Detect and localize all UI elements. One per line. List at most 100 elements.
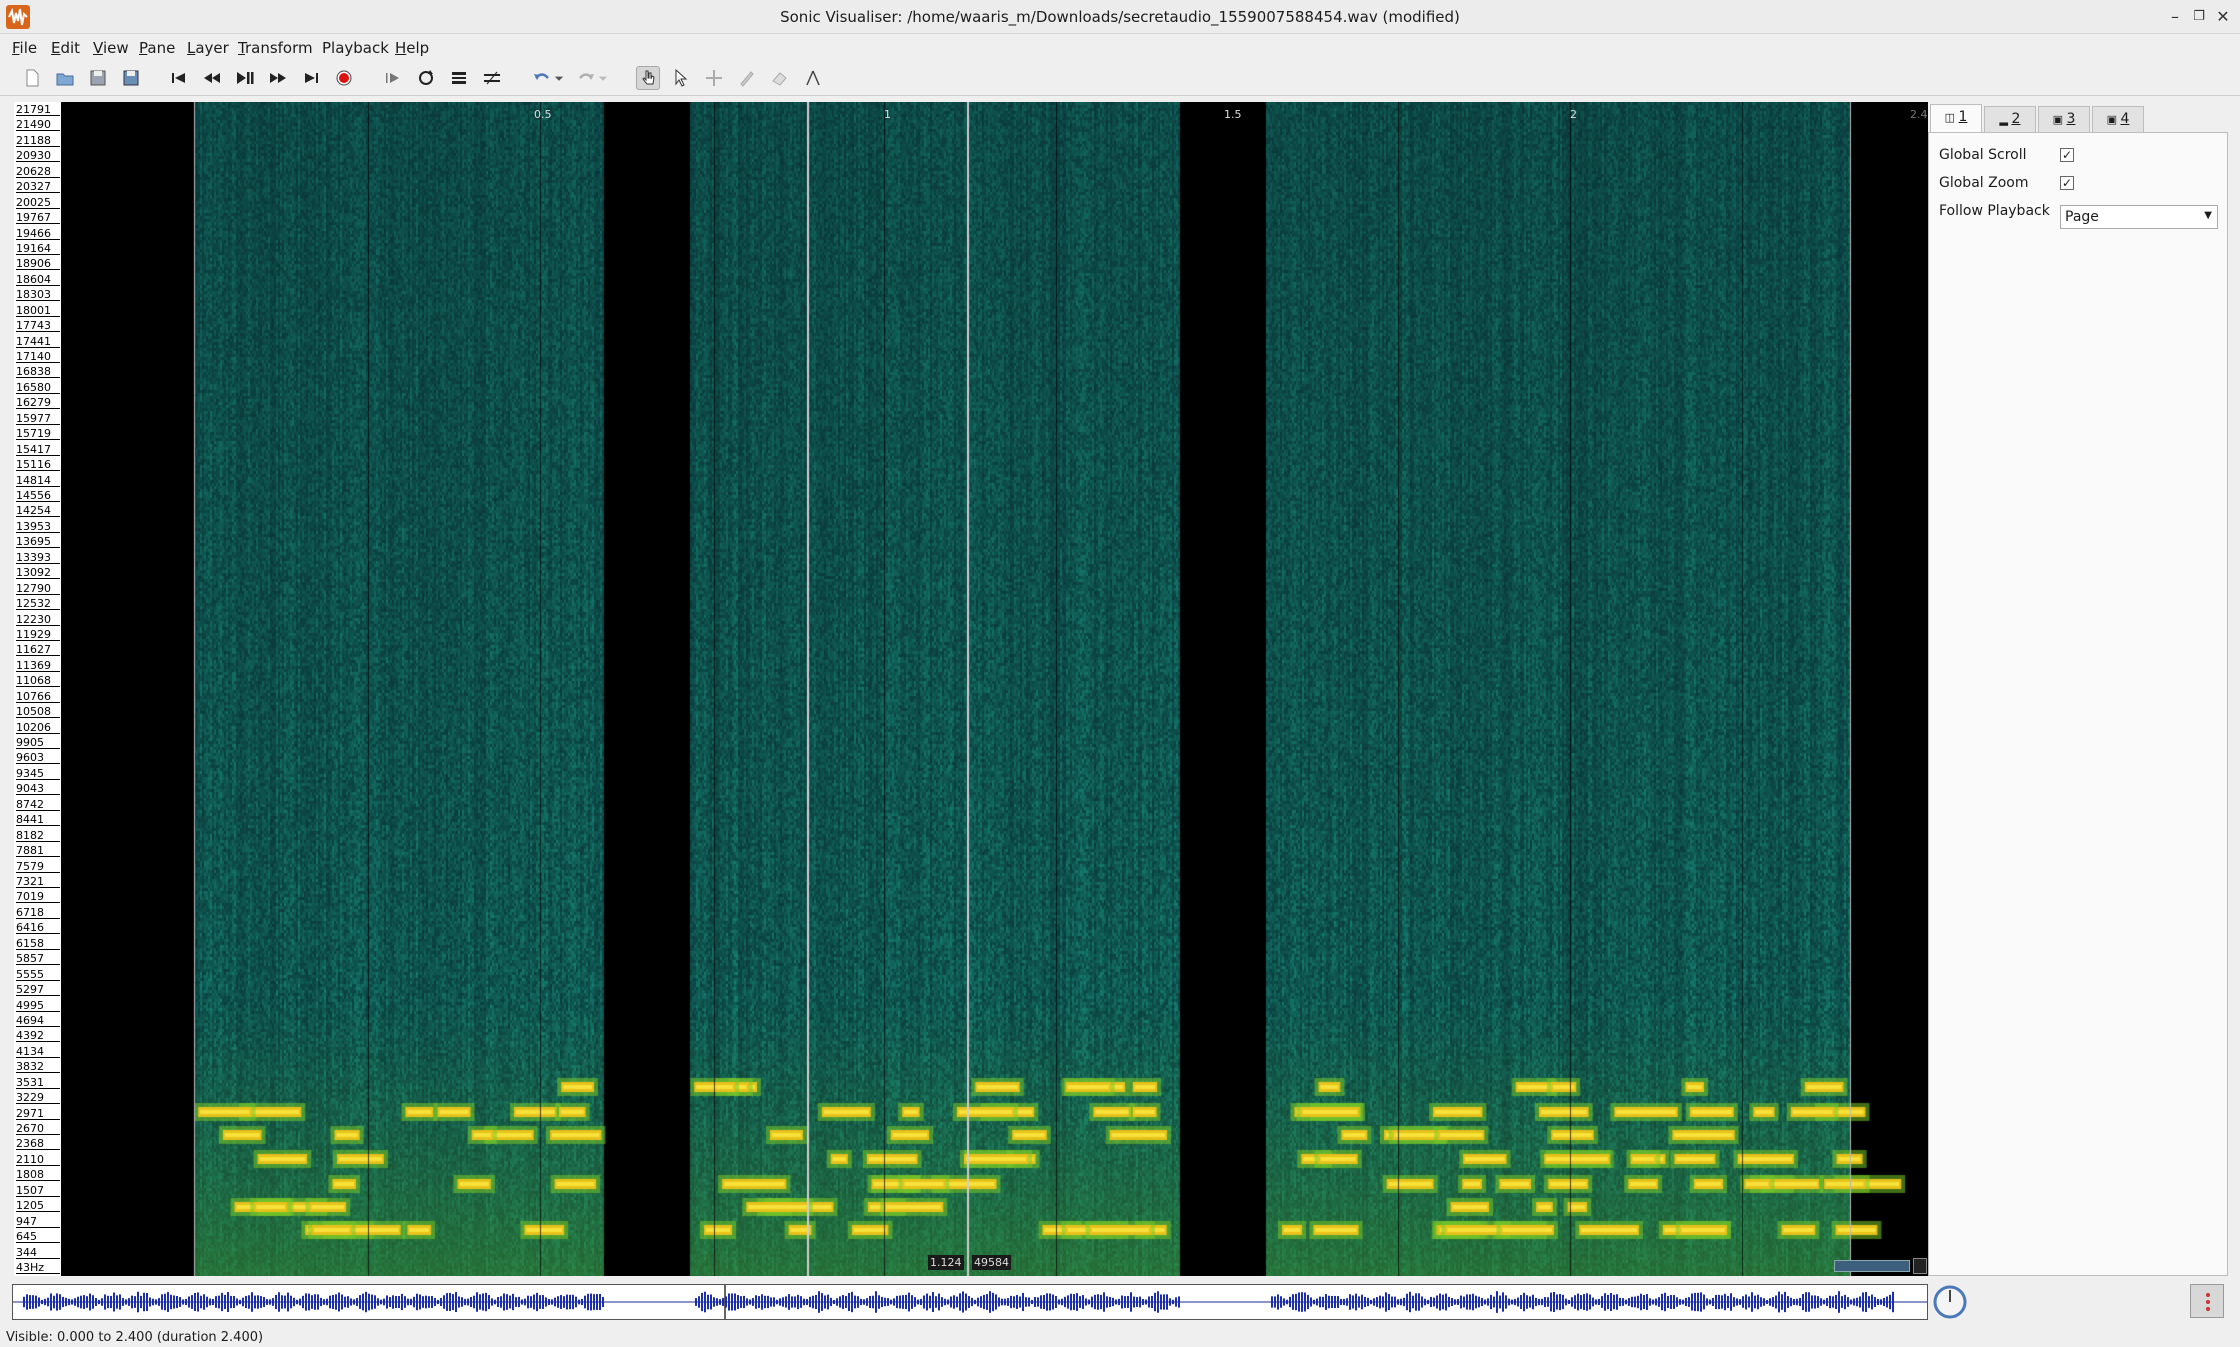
spectrogram-pane[interactable]: 21791 21490 21188 20930 20628 20327 20025 19767… bbox=[14, 102, 1928, 1276]
frequency-tick-label: 9345 bbox=[16, 768, 60, 780]
menu-layer[interactable]: Layer bbox=[187, 39, 229, 57]
erase-tool-icon[interactable] bbox=[768, 66, 792, 90]
close-icon[interactable]: ✕ bbox=[2212, 6, 2234, 28]
menu-pane[interactable]: Pane bbox=[139, 39, 175, 57]
frequency-tick-label: 947 bbox=[16, 1216, 60, 1228]
waveform-segment bbox=[101, 1298, 103, 1306]
tab-4[interactable]: ▣ 4 bbox=[2092, 106, 2144, 132]
select-tool-icon[interactable] bbox=[669, 66, 693, 90]
rewind-start-icon[interactable] bbox=[167, 66, 191, 90]
waveform-overview[interactable] bbox=[12, 1284, 1928, 1320]
navigate-tool-icon[interactable] bbox=[636, 66, 660, 90]
frequency-tick-label: 6416 bbox=[16, 922, 60, 935]
global-zoom-checkbox[interactable]: ✓ bbox=[2060, 176, 2074, 190]
rewind-icon[interactable] bbox=[200, 66, 224, 90]
waveform-segment bbox=[1688, 1297, 1690, 1307]
frequency-tick-label: 4134 bbox=[16, 1046, 60, 1058]
waveform-segment bbox=[488, 1295, 490, 1309]
waveform-segment bbox=[1619, 1297, 1621, 1307]
waveform-segment bbox=[74, 1298, 76, 1306]
play-selection-icon[interactable] bbox=[381, 66, 405, 90]
waveform-segment bbox=[1568, 1299, 1570, 1305]
menu-transform[interactable]: Transform bbox=[238, 39, 313, 57]
waveform-segment bbox=[776, 1299, 778, 1305]
waveform-segment bbox=[869, 1295, 871, 1309]
menu-playback[interactable]: Playback bbox=[322, 39, 389, 57]
waveform-segment bbox=[1439, 1293, 1441, 1311]
waveform-segment bbox=[1697, 1292, 1699, 1312]
waveform-segment bbox=[788, 1294, 790, 1310]
draw-tool-icon[interactable] bbox=[735, 66, 759, 90]
waveform-segment bbox=[1400, 1298, 1402, 1306]
solo-icon[interactable] bbox=[447, 66, 471, 90]
waveform-segment bbox=[371, 1294, 373, 1310]
waveform-segment bbox=[305, 1293, 307, 1311]
waveform-segment bbox=[170, 1294, 172, 1310]
zoom-reset-button[interactable] bbox=[1913, 1258, 1927, 1274]
waveform-segment bbox=[779, 1298, 781, 1306]
undo-icon[interactable] bbox=[530, 66, 554, 90]
frequency-tick-label: 14814 bbox=[16, 475, 60, 487]
frequency-tick-label: 4392 bbox=[16, 1030, 60, 1043]
waveform-segment bbox=[851, 1291, 853, 1313]
waveform-segment bbox=[1772, 1297, 1774, 1307]
undo-menu-icon[interactable] bbox=[552, 66, 566, 90]
waveform-segment bbox=[1280, 1296, 1282, 1308]
waveform-segment bbox=[1409, 1291, 1411, 1313]
waveform-segment bbox=[530, 1296, 532, 1308]
waveform-segment bbox=[224, 1294, 226, 1310]
redo-menu-icon[interactable] bbox=[596, 66, 610, 90]
redo-icon[interactable] bbox=[574, 66, 598, 90]
waveform-segment bbox=[1511, 1299, 1513, 1305]
open-file-icon[interactable] bbox=[53, 66, 77, 90]
move-tool-icon[interactable] bbox=[702, 66, 726, 90]
waveform-segment bbox=[908, 1292, 910, 1312]
waveform-overview-svg[interactable] bbox=[13, 1285, 1927, 1319]
waveform-segment bbox=[212, 1298, 214, 1306]
frequency-tick-label: 11627 bbox=[16, 644, 60, 657]
menu-bar: File Edit View Pane Layer Transform Play… bbox=[0, 34, 2240, 60]
waveform-segment bbox=[1760, 1297, 1762, 1307]
play-pause-icon[interactable] bbox=[233, 66, 257, 90]
restore-icon[interactable]: ❐ bbox=[2188, 6, 2210, 28]
fast-forward-icon[interactable] bbox=[266, 66, 290, 90]
measure-tool-icon[interactable] bbox=[801, 66, 825, 90]
tab-1[interactable]: ◫ 1 bbox=[1930, 104, 1982, 132]
waveform-segment bbox=[1652, 1299, 1654, 1305]
waveform-segment bbox=[1487, 1298, 1489, 1306]
waveform-segment bbox=[104, 1294, 106, 1310]
waveform-segment bbox=[1553, 1292, 1555, 1312]
chevron-down-icon: ▼ bbox=[2204, 210, 2212, 221]
spectrogram-canvas[interactable] bbox=[14, 102, 1928, 1276]
waveform-segment bbox=[143, 1292, 145, 1312]
tab-2[interactable]: ▂ 2 bbox=[1984, 106, 2036, 132]
save-as-icon[interactable] bbox=[119, 66, 143, 90]
playback-speed-dial[interactable] bbox=[1932, 1284, 1968, 1320]
loop-icon[interactable] bbox=[414, 66, 438, 90]
waveform-segment bbox=[464, 1298, 466, 1306]
tab-3[interactable]: ▣ 3 bbox=[2038, 106, 2090, 132]
global-scroll-checkbox[interactable]: ✓ bbox=[2060, 148, 2074, 162]
waveform-segment bbox=[1052, 1294, 1054, 1310]
waveform-segment bbox=[326, 1298, 328, 1306]
minimize-icon[interactable]: – bbox=[2164, 6, 2186, 28]
menu-help[interactable]: Help bbox=[395, 39, 429, 57]
save-icon[interactable] bbox=[86, 66, 110, 90]
skip-end-icon[interactable] bbox=[299, 66, 323, 90]
zoom-wheel[interactable] bbox=[1834, 1260, 1910, 1272]
layer-options-button[interactable] bbox=[2190, 1284, 2224, 1318]
menu-file[interactable]: File bbox=[12, 39, 37, 57]
menu-edit[interactable]: Edit bbox=[51, 39, 80, 57]
record-icon[interactable] bbox=[332, 66, 356, 90]
waveform-segment bbox=[92, 1295, 94, 1309]
waveform-segment bbox=[1475, 1295, 1477, 1309]
follow-playback-select[interactable]: Page ▼ bbox=[2060, 205, 2218, 229]
waveform-segment bbox=[1079, 1296, 1081, 1308]
waveform-segment bbox=[959, 1293, 961, 1311]
menu-view[interactable]: View bbox=[93, 39, 129, 57]
waveform-segment bbox=[1823, 1299, 1825, 1305]
new-file-icon[interactable] bbox=[20, 66, 44, 90]
align-icon[interactable] bbox=[480, 66, 504, 90]
waveform-segment bbox=[533, 1294, 535, 1310]
waveform-segment bbox=[881, 1296, 883, 1308]
